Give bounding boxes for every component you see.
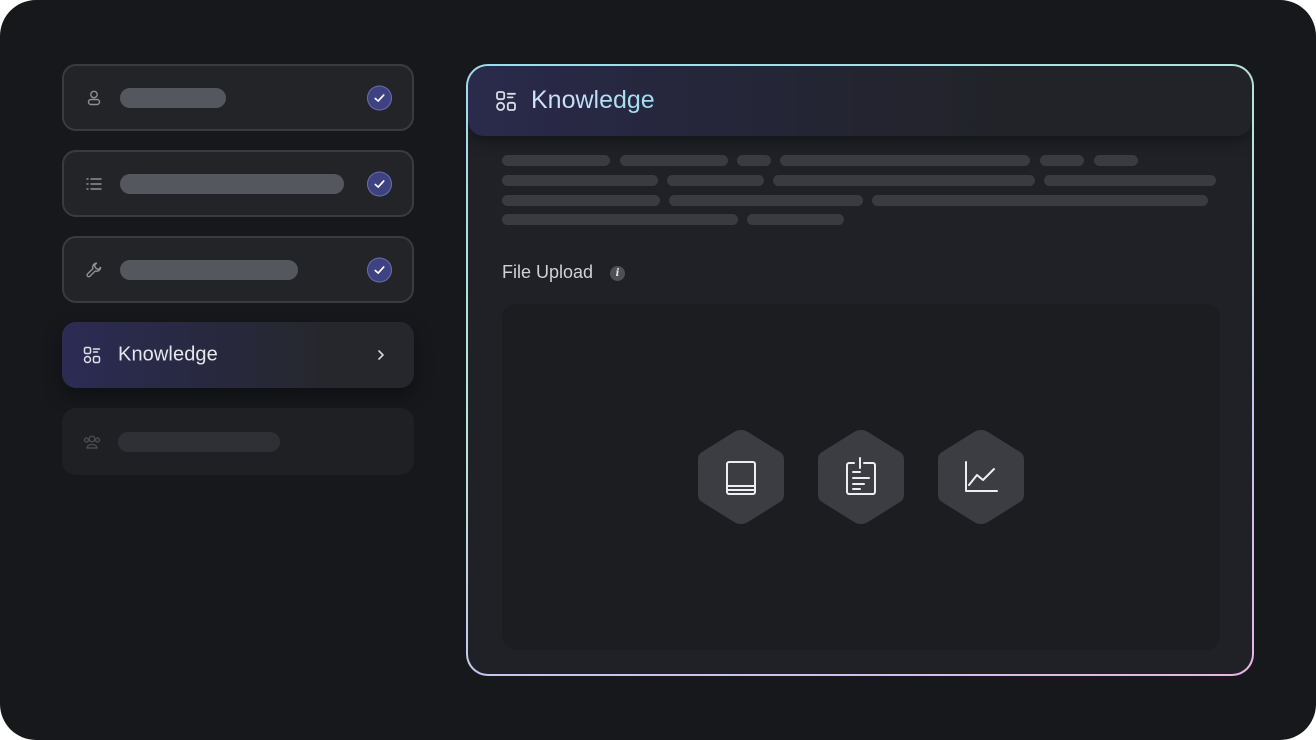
knowledge-icon <box>496 91 516 111</box>
users-icon <box>83 434 101 449</box>
step-details[interactable] <box>62 150 414 217</box>
step-placeholder-bar <box>120 173 344 194</box>
file-dropzone[interactable] <box>502 304 1220 650</box>
app-frame: Knowledge Knowledge File Upload i <box>0 0 1316 740</box>
step-placeholder-bar <box>120 87 226 108</box>
user-icon <box>87 90 101 105</box>
step-team <box>62 408 414 475</box>
file-upload-label: File Upload <box>502 262 594 282</box>
clipboard-document-icon[interactable] <box>816 428 906 526</box>
step-tools[interactable] <box>62 236 414 303</box>
book-icon[interactable] <box>696 428 786 526</box>
check-icon <box>367 85 392 110</box>
step-profile[interactable] <box>62 64 414 131</box>
step-label: Knowledge <box>118 343 218 366</box>
info-icon[interactable]: i <box>610 266 625 281</box>
list-icon <box>86 177 102 190</box>
knowledge-icon <box>83 346 101 364</box>
wrench-icon <box>86 262 102 277</box>
check-icon <box>367 171 392 196</box>
line-chart-icon[interactable] <box>936 428 1026 526</box>
step-placeholder-bar <box>120 259 298 280</box>
step-placeholder-bar <box>118 431 280 452</box>
panel-title: Knowledge <box>531 86 655 114</box>
chevron-right-icon <box>378 350 384 360</box>
panel-header: Knowledge <box>468 66 1252 136</box>
knowledge-panel: Knowledge File Upload i <box>466 64 1254 676</box>
step-knowledge[interactable]: Knowledge <box>62 322 414 388</box>
check-icon <box>367 257 392 282</box>
